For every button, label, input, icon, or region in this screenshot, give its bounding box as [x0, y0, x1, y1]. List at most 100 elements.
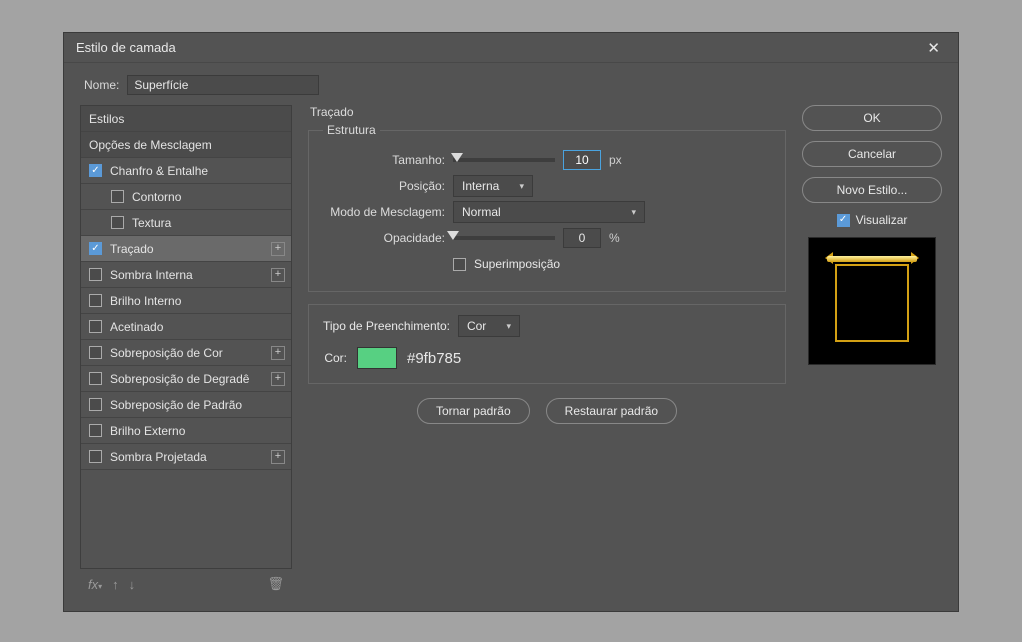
- style-sobrep-padrao[interactable]: Sobreposição de Padrão: [81, 392, 291, 418]
- checkbox-acetinado[interactable]: [89, 320, 102, 333]
- add-icon[interactable]: +: [271, 346, 285, 360]
- preview-shape: [827, 256, 917, 262]
- styles-header-label: Estilos: [89, 112, 124, 126]
- checkbox-contorno[interactable]: [111, 190, 124, 203]
- chevron-down-icon: ▾: [506, 321, 511, 332]
- posicao-value: Interna: [462, 179, 499, 193]
- style-sombra-projetada[interactable]: Sombra Projetada +: [81, 444, 291, 470]
- tamanho-slider[interactable]: [453, 158, 555, 162]
- fill-type-row: Tipo de Preenchimento: Cor ▾: [323, 315, 771, 337]
- fill-type-value: Cor: [467, 319, 486, 333]
- style-label: Brilho Externo: [110, 424, 185, 438]
- trash-icon[interactable]: 🗑: [267, 576, 284, 592]
- style-bevel-emboss[interactable]: Chanfro & Entalhe: [81, 158, 291, 184]
- opacidade-row: Opacidade: %: [323, 225, 771, 251]
- style-acetinado[interactable]: Acetinado: [81, 314, 291, 340]
- add-icon[interactable]: +: [271, 242, 285, 256]
- ok-button[interactable]: OK: [802, 105, 942, 131]
- style-label: Sombra Projetada: [110, 450, 207, 464]
- add-icon[interactable]: +: [271, 268, 285, 282]
- superimposicao-checkbox[interactable]: [453, 258, 466, 271]
- checkbox-chanfro[interactable]: [89, 164, 102, 177]
- chevron-down-icon: ▾: [519, 181, 524, 192]
- cancel-button[interactable]: Cancelar: [802, 141, 942, 167]
- posicao-dropdown[interactable]: Interna ▾: [453, 175, 533, 197]
- preview-shape: [835, 264, 909, 342]
- color-swatch[interactable]: [357, 347, 397, 369]
- dialog-body: Nome: Estilos Opções de Mesclagem Chanfr…: [64, 63, 958, 611]
- style-label: Sombra Interna: [110, 268, 193, 282]
- style-brilho-externo[interactable]: Brilho Externo: [81, 418, 291, 444]
- make-default-button[interactable]: Tornar padrão: [417, 398, 530, 424]
- chevron-down-icon: ▾: [631, 207, 636, 218]
- style-label: Traçado: [110, 242, 154, 256]
- style-label: Chanfro & Entalhe: [110, 164, 208, 178]
- cor-row: Cor: #9fb785: [323, 347, 771, 369]
- style-tracado[interactable]: Traçado +: [81, 236, 291, 262]
- posicao-label: Posição:: [323, 179, 445, 193]
- style-label: Contorno: [132, 190, 181, 204]
- mesclagem-dropdown[interactable]: Normal ▾: [453, 201, 645, 223]
- name-label: Nome:: [84, 78, 119, 92]
- visualize-checkbox[interactable]: [837, 214, 850, 227]
- right-panel: OK Cancelar Novo Estilo... Visualizar: [802, 105, 942, 599]
- visualize-label: Visualizar: [856, 213, 908, 227]
- tamanho-input[interactable]: [563, 150, 601, 170]
- style-sombra-interna[interactable]: Sombra Interna +: [81, 262, 291, 288]
- posicao-row: Posição: Interna ▾: [323, 173, 771, 199]
- estrutura-legend: Estrutura: [323, 123, 380, 137]
- checkbox-sobrep-degrade[interactable]: [89, 372, 102, 385]
- checkbox-tracado[interactable]: [89, 242, 102, 255]
- style-textura[interactable]: Textura: [81, 210, 291, 236]
- checkbox-textura[interactable]: [111, 216, 124, 229]
- blend-options-row[interactable]: Opções de Mesclagem: [81, 132, 291, 158]
- name-input[interactable]: [127, 75, 319, 95]
- checkbox-brilho-interno[interactable]: [89, 294, 102, 307]
- name-row: Nome:: [84, 75, 942, 95]
- close-button[interactable]: ✕: [921, 37, 946, 59]
- layer-style-dialog: Estilo de camada ✕ Nome: Estilos Opções …: [63, 32, 959, 612]
- blend-options-label: Opções de Mesclagem: [89, 138, 212, 152]
- superimposicao-row: Superimposição: [323, 251, 771, 277]
- style-brilho-interno[interactable]: Brilho Interno: [81, 288, 291, 314]
- checkbox-sobrep-padrao[interactable]: [89, 398, 102, 411]
- style-contorno[interactable]: Contorno: [81, 184, 291, 210]
- style-label: Sobreposição de Cor: [110, 346, 223, 360]
- tracado-section: Traçado Estrutura Tamanho: px P: [308, 105, 786, 424]
- move-up-icon[interactable]: ↑: [112, 577, 119, 592]
- styles-header-row[interactable]: Estilos: [81, 106, 291, 132]
- new-style-button[interactable]: Novo Estilo...: [802, 177, 942, 203]
- restore-default-button[interactable]: Restaurar padrão: [546, 398, 677, 424]
- estrutura-section: Estrutura Tamanho: px Posição:: [308, 123, 786, 292]
- fill-type-dropdown[interactable]: Cor ▾: [458, 315, 520, 337]
- add-icon[interactable]: +: [271, 450, 285, 464]
- fill-section: Tipo de Preenchimento: Cor ▾ Cor: #9fb78…: [308, 304, 786, 384]
- move-down-icon[interactable]: ↓: [129, 577, 136, 592]
- mesclagem-row: Modo de Mesclagem: Normal ▾: [323, 199, 771, 225]
- style-sobrep-cor[interactable]: Sobreposição de Cor +: [81, 340, 291, 366]
- opacidade-unit: %: [609, 231, 620, 245]
- visualize-row[interactable]: Visualizar: [837, 213, 908, 227]
- style-sobrep-degrade[interactable]: Sobreposição de Degradê +: [81, 366, 291, 392]
- settings-panel: Traçado Estrutura Tamanho: px P: [308, 105, 786, 599]
- fill-label: Tipo de Preenchimento:: [323, 319, 450, 333]
- styles-panel: Estilos Opções de Mesclagem Chanfro & En…: [80, 105, 292, 599]
- preview-box: [808, 237, 936, 365]
- mesclagem-value: Normal: [462, 205, 501, 219]
- styles-list: Estilos Opções de Mesclagem Chanfro & En…: [80, 105, 292, 569]
- checkbox-brilho-externo[interactable]: [89, 424, 102, 437]
- checkbox-sombra-projetada[interactable]: [89, 450, 102, 463]
- styles-footer: fx▾ ↑ ↓ 🗑: [80, 569, 292, 599]
- checkbox-sombra-interna[interactable]: [89, 268, 102, 281]
- opacidade-slider[interactable]: [453, 236, 555, 240]
- add-icon[interactable]: +: [271, 372, 285, 386]
- tracado-legend: Traçado: [308, 105, 356, 119]
- style-label: Brilho Interno: [110, 294, 181, 308]
- titlebar: Estilo de camada ✕: [64, 33, 958, 63]
- tamanho-label: Tamanho:: [323, 153, 445, 167]
- dialog-title: Estilo de camada: [76, 40, 176, 55]
- fx-menu-icon[interactable]: fx▾: [88, 577, 102, 592]
- checkbox-sobrep-cor[interactable]: [89, 346, 102, 359]
- superimposicao-label: Superimposição: [474, 257, 560, 271]
- opacidade-input[interactable]: [563, 228, 601, 248]
